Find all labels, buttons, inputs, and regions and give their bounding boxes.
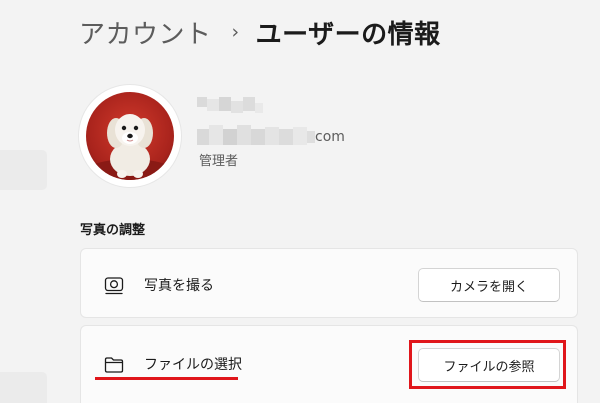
take-photo-label: 写真を撮る bbox=[144, 278, 214, 294]
page-title: ユーザーの情報 bbox=[255, 19, 441, 50]
email-redacted bbox=[197, 125, 315, 149]
user-info-page: アカウント › ユーザーの情報 com 管理者 写真の調整 写真を撮る カメラを… bbox=[0, 0, 600, 403]
folder-icon bbox=[104, 357, 124, 373]
take-photo-card: 写真を撮る カメラを開く bbox=[80, 248, 578, 318]
user-role: 管理者 bbox=[199, 154, 239, 169]
user-email: com bbox=[197, 124, 345, 150]
open-camera-button[interactable]: カメラを開く bbox=[418, 268, 560, 302]
email-domain-suffix: com bbox=[315, 129, 345, 145]
camera-icon bbox=[104, 277, 124, 295]
underline-annotation bbox=[95, 377, 238, 380]
highlight-box-annotation bbox=[409, 340, 566, 389]
user-name-redacted bbox=[197, 97, 267, 119]
choose-file-label: ファイルの選択 bbox=[144, 357, 242, 373]
section-title: 写真の調整 bbox=[80, 223, 146, 238]
breadcrumb-parent-link[interactable]: アカウント bbox=[79, 14, 212, 51]
nav-item-partial[interactable] bbox=[0, 150, 47, 190]
avatar bbox=[79, 85, 181, 187]
chevron-right-icon: › bbox=[231, 21, 240, 43]
breadcrumb: アカウント › ユーザーの情報 bbox=[79, 10, 441, 54]
nav-item-partial[interactable] bbox=[0, 372, 47, 403]
